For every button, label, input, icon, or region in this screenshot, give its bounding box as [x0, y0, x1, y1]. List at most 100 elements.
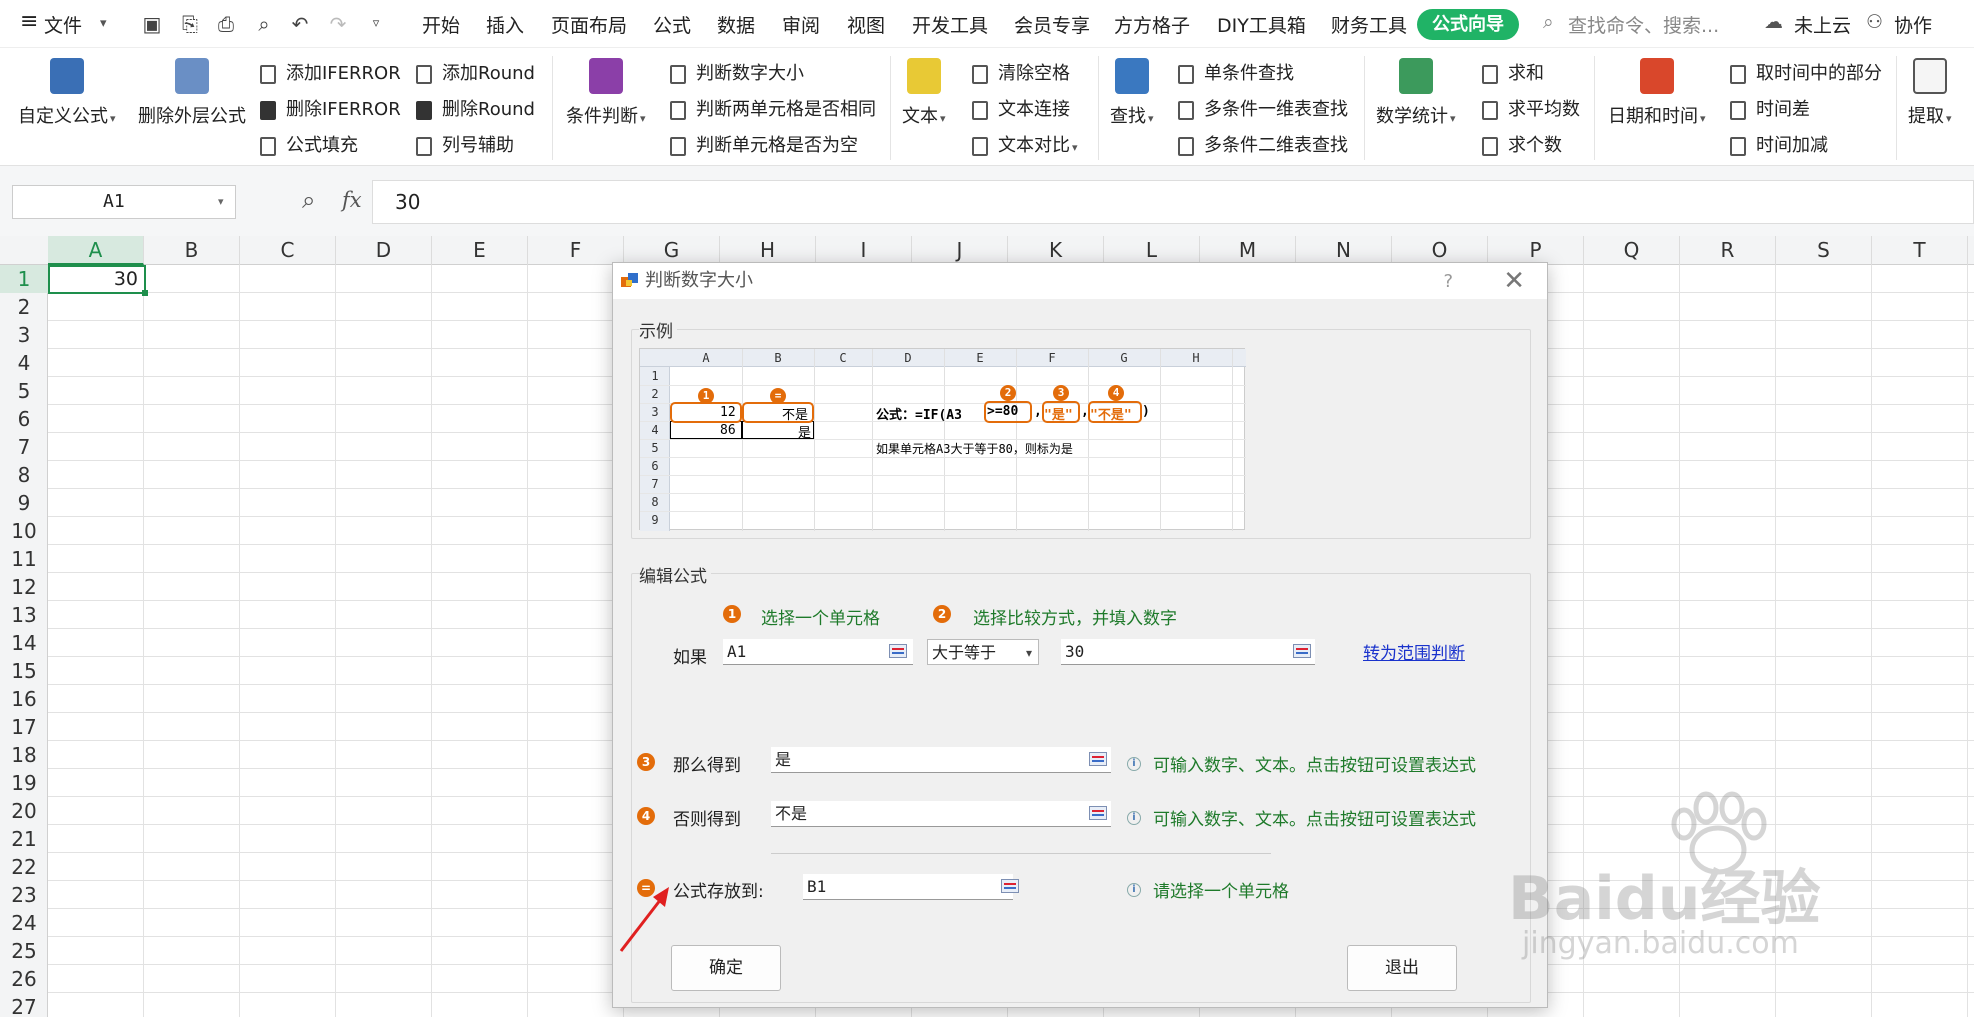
- row-header-26[interactable]: 26: [0, 965, 48, 993]
- row-header-12[interactable]: 12: [0, 573, 48, 601]
- column-header-b[interactable]: B: [144, 236, 240, 265]
- date-time-button[interactable]: 日期和时间 ▾: [1608, 58, 1706, 128]
- row-header-16[interactable]: 16: [0, 685, 48, 713]
- else-value-input[interactable]: 不是: [771, 801, 1111, 827]
- judge-empty-button[interactable]: 判断单元格是否为空: [668, 132, 858, 160]
- search-input[interactable]: 查找命令、搜索...: [1568, 11, 1719, 38]
- row-header-6[interactable]: 6: [0, 405, 48, 433]
- formula-input[interactable]: 30: [372, 180, 1974, 224]
- row-header-8[interactable]: 8: [0, 461, 48, 489]
- row-header-10[interactable]: 10: [0, 517, 48, 545]
- row-header-7[interactable]: 7: [0, 433, 48, 461]
- save-icon[interactable]: ▣: [140, 12, 164, 36]
- tab-formulas[interactable]: 公式: [653, 11, 691, 38]
- name-box[interactable]: A1: [12, 185, 236, 219]
- row-header-2[interactable]: 2: [0, 293, 48, 321]
- remove-outer-button[interactable]: 删除外层公式: [138, 58, 246, 128]
- add-iferror-button[interactable]: 添加IFERROR: [258, 60, 401, 88]
- tab-finance-tools[interactable]: 财务工具: [1331, 11, 1407, 38]
- row-header-21[interactable]: 21: [0, 825, 48, 853]
- column-header-a[interactable]: A: [48, 236, 144, 265]
- row-header-15[interactable]: 15: [0, 657, 48, 685]
- ok-button[interactable]: 确定: [671, 945, 781, 991]
- column-header-n[interactable]: N: [1296, 236, 1392, 265]
- compare-op-select[interactable]: 大于等于 ▾: [927, 639, 1039, 665]
- formula-fill-button[interactable]: 公式填充: [258, 132, 358, 160]
- column-header-f[interactable]: F: [528, 236, 624, 265]
- column-header-k[interactable]: K: [1008, 236, 1104, 265]
- range-judge-link[interactable]: 转为范围判断: [1363, 639, 1465, 664]
- dialog-title-bar[interactable]: 判断数字大小: [613, 263, 1547, 299]
- cloud-icon[interactable]: ☁: [1764, 11, 1783, 33]
- compare-value-input[interactable]: 30: [1061, 639, 1315, 665]
- time-diff-button[interactable]: 时间差: [1728, 96, 1810, 124]
- then-value-input[interactable]: 是: [771, 747, 1111, 773]
- tab-page-layout[interactable]: 页面布局: [551, 11, 627, 38]
- add-round-button[interactable]: 添加Round: [414, 60, 535, 88]
- expression-picker-icon[interactable]: [1089, 752, 1107, 766]
- time-add-button[interactable]: 时间加减: [1728, 132, 1828, 160]
- search-icon[interactable]: ⌕: [1543, 11, 1554, 33]
- range-picker-icon[interactable]: [889, 644, 907, 658]
- column-header-s[interactable]: S: [1776, 236, 1872, 265]
- row-header-24[interactable]: 24: [0, 909, 48, 937]
- judge-num-size-button[interactable]: 判断数字大小: [668, 60, 804, 88]
- redo-icon[interactable]: ↷: [326, 12, 350, 36]
- tab-formula-wizard[interactable]: 公式向导: [1417, 9, 1519, 40]
- math-stats-button[interactable]: 数学统计 ▾: [1376, 58, 1456, 128]
- row-header-9[interactable]: 9: [0, 489, 48, 517]
- tab-diy-toolbox[interactable]: DIY工具箱: [1217, 11, 1306, 38]
- row-header-20[interactable]: 20: [0, 797, 48, 825]
- avg-button[interactable]: 求平均数: [1480, 96, 1580, 124]
- column-header-i[interactable]: I: [816, 236, 912, 265]
- tab-ffgz[interactable]: 方方格子: [1114, 11, 1190, 38]
- column-header-g[interactable]: G: [624, 236, 720, 265]
- row-header-27[interactable]: 27: [0, 993, 48, 1017]
- expression-picker-icon[interactable]: [1293, 644, 1311, 658]
- condition-judge-button[interactable]: 条件判断 ▾: [566, 58, 646, 128]
- expression-picker-icon[interactable]: [1089, 806, 1107, 820]
- row-header-3[interactable]: 3: [0, 321, 48, 349]
- column-header-j[interactable]: J: [912, 236, 1008, 265]
- judge-two-same-button[interactable]: 判断两单元格是否相同: [668, 96, 876, 124]
- tab-member[interactable]: 会员专享: [1014, 11, 1090, 38]
- lookup-button[interactable]: 查找 ▾: [1110, 58, 1154, 128]
- column-header-e[interactable]: E: [432, 236, 528, 265]
- collab-icon[interactable]: ⚇: [1866, 11, 1883, 33]
- column-header-l[interactable]: L: [1104, 236, 1200, 265]
- undo-icon[interactable]: ↶: [288, 12, 312, 36]
- close-button[interactable]: ✕: [1503, 266, 1525, 296]
- hamburger-icon[interactable]: ≡: [20, 9, 38, 34]
- column-header-m[interactable]: M: [1200, 236, 1296, 265]
- exit-button[interactable]: 退出: [1347, 945, 1457, 991]
- del-iferror-button[interactable]: 删除IFERROR: [258, 96, 401, 124]
- store-cell-input[interactable]: B1: [803, 874, 1013, 900]
- row-header-14[interactable]: 14: [0, 629, 48, 657]
- column-header-r[interactable]: R: [1680, 236, 1776, 265]
- chevron-down-icon[interactable]: ▾: [100, 16, 107, 31]
- cloud-status[interactable]: 未上云: [1794, 11, 1851, 38]
- count-button[interactable]: 求个数: [1480, 132, 1562, 160]
- fx-icon[interactable]: fx: [342, 188, 362, 212]
- zoom-icon[interactable]: ⌕: [302, 186, 315, 214]
- column-header-h[interactable]: H: [720, 236, 816, 265]
- column-header-c[interactable]: C: [240, 236, 336, 265]
- single-lookup-button[interactable]: 单条件查找: [1176, 60, 1294, 88]
- clear-space-button[interactable]: 清除空格: [970, 60, 1070, 88]
- tab-data[interactable]: 数据: [717, 11, 755, 38]
- row-header-4[interactable]: 4: [0, 349, 48, 377]
- row-header-1[interactable]: 1: [0, 265, 48, 293]
- more-icon[interactable]: ▿: [364, 12, 388, 36]
- cell-a1[interactable]: 30: [48, 265, 148, 296]
- row-header-11[interactable]: 11: [0, 545, 48, 573]
- export-icon[interactable]: ⎘: [178, 12, 202, 36]
- row-header-19[interactable]: 19: [0, 769, 48, 797]
- print-icon[interactable]: ⎙: [214, 12, 238, 36]
- multi-1d-button[interactable]: 多条件一维表查找: [1176, 96, 1348, 124]
- row-header-25[interactable]: 25: [0, 937, 48, 965]
- tab-insert[interactable]: 插入: [486, 11, 524, 38]
- tab-home[interactable]: 开始: [422, 11, 460, 38]
- fill-handle[interactable]: [142, 290, 148, 296]
- row-header-17[interactable]: 17: [0, 713, 48, 741]
- get-time-part-button[interactable]: 取时间中的部分: [1728, 60, 1882, 88]
